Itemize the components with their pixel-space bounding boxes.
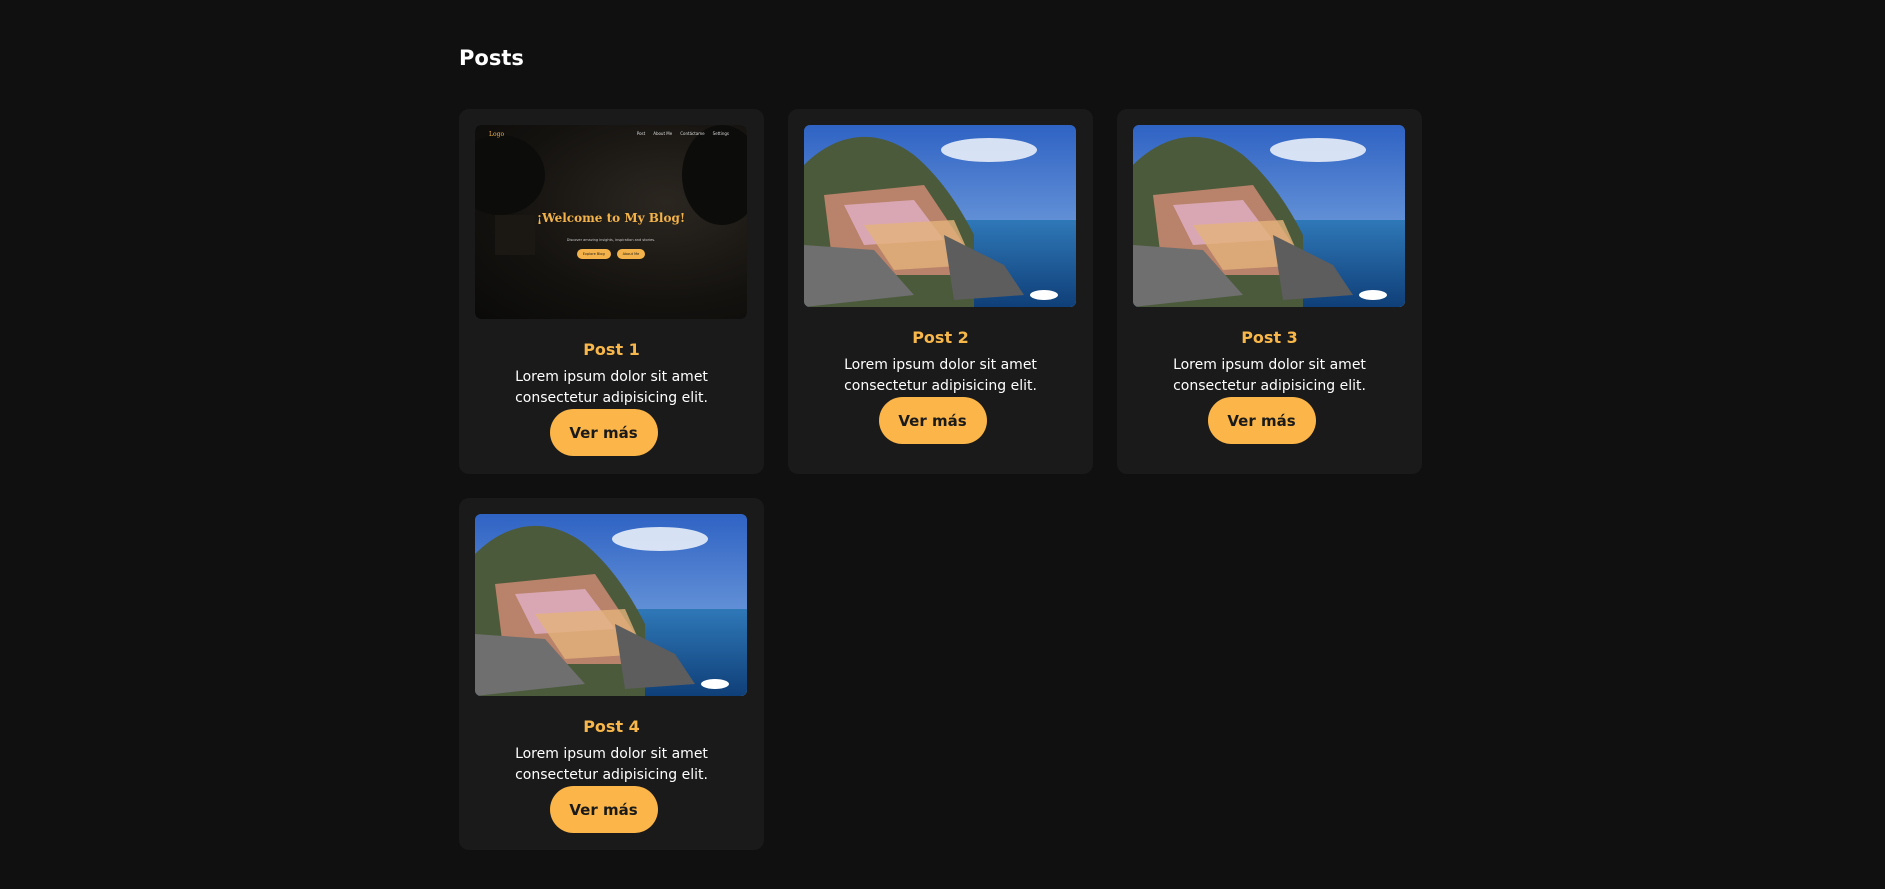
mini-nav: Post About Me Contáctame Settings: [637, 131, 729, 136]
mini-nav-item: Contáctame: [680, 131, 705, 136]
read-more-button[interactable]: Ver más: [549, 409, 658, 456]
post-image[interactable]: [1133, 125, 1405, 307]
read-more-button[interactable]: Ver más: [878, 397, 987, 444]
post-excerpt: Lorem ipsum dolor sit amet consectetur a…: [844, 357, 1037, 394]
read-more-button[interactable]: Ver más: [1207, 397, 1316, 444]
post-image[interactable]: Logo Post About Me Contáctame Settings ¡…: [475, 125, 747, 319]
post-image[interactable]: [804, 125, 1076, 307]
coastal-village-photo: [475, 514, 747, 696]
post-excerpt: Lorem ipsum dolor sit amet consectetur a…: [1173, 357, 1366, 394]
mini-nav-item: Settings: [712, 131, 729, 136]
mini-headline: ¡Welcome to My Blog!: [536, 211, 686, 225]
post-card-4: Post 4 Lorem ipsum dolor sit amet consec…: [459, 498, 764, 850]
read-more-button[interactable]: Ver más: [549, 786, 658, 833]
posts-page: Posts Logo Post About Me Contáctame Sett…: [0, 0, 1885, 889]
page-title: Posts: [459, 46, 524, 70]
post-title[interactable]: Post 3: [1133, 328, 1406, 347]
mini-nav-item: About Me: [653, 131, 673, 136]
post-card-2: Post 2 Lorem ipsum dolor sit amet consec…: [788, 109, 1093, 474]
coastal-village-photo: [804, 125, 1076, 307]
mini-buttons: Explore Blog About Me: [475, 249, 747, 259]
post-title[interactable]: Post 4: [475, 717, 748, 736]
mini-nav-item: Post: [636, 131, 646, 136]
post-title[interactable]: Post 1: [475, 340, 748, 359]
post-card-3: Post 3 Lorem ipsum dolor sit amet consec…: [1117, 109, 1422, 474]
post-title[interactable]: Post 2: [804, 328, 1077, 347]
mini-tagline: Discover amazing insights, inspiration a…: [566, 238, 656, 242]
mini-button: About Me: [616, 249, 646, 259]
post-image[interactable]: [475, 514, 747, 696]
mini-logo: Logo: [489, 131, 505, 138]
coastal-village-photo: [1133, 125, 1405, 307]
post-excerpt: Lorem ipsum dolor sit amet consectetur a…: [515, 746, 708, 783]
post-card-1: Logo Post About Me Contáctame Settings ¡…: [459, 109, 764, 474]
mini-button: Explore Blog: [576, 249, 611, 259]
post-excerpt: Lorem ipsum dolor sit amet consectetur a…: [515, 369, 708, 406]
blog-screenshot-image: Logo Post About Me Contáctame Settings ¡…: [475, 125, 747, 319]
